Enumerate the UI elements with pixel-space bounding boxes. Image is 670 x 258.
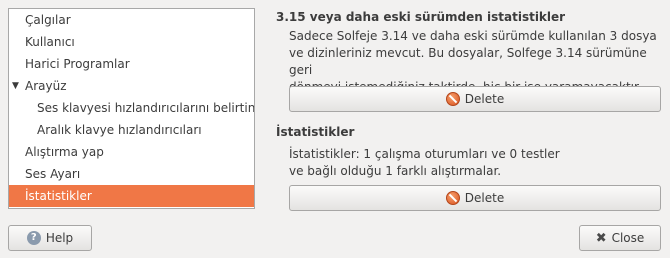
close-button[interactable]: ✖ Close [579,225,661,251]
tree-item-ses-klavyesi[interactable]: Ses klavyesi hızlandırıcılarını belirtin [9,97,254,119]
old-stats-line: Sadece Solfeje 3.14 ve daha eski sürümde… [289,29,657,43]
delete-stats-button[interactable]: Delete [289,185,661,211]
delete-label: Delete [464,92,505,106]
help-button[interactable]: ? Help [8,225,92,251]
tree-item-calgilar[interactable]: Çalgılar [9,9,254,31]
delete-label: Delete [464,191,505,205]
stats-title: İstatistikler [276,125,355,139]
stats-line: ve bağlı olduğu 1 farklı alıştırmalar. [289,164,502,178]
tree-item-harici-programlar[interactable]: Harici Programlar [9,53,254,75]
tree-item-aralik-klavye[interactable]: Aralık klavye hızlandırıcıları [9,119,254,141]
tree-item-kullanici[interactable]: Kullanıcı [9,31,254,53]
preferences-category-tree[interactable]: Çalgılar Kullanıcı Harici Programlar ▼ A… [8,8,255,209]
close-icon: ✖ [595,230,607,246]
stats-description: İstatistikler: 1 çalışma oturumları ve 0… [289,146,661,180]
tree-item-label: Arayüz [25,79,67,93]
expander-down-icon[interactable]: ▼ [12,75,19,97]
help-label: Help [45,231,74,245]
old-stats-title: 3.15 veya daha eski sürümden istatistikl… [276,10,566,24]
delete-icon [445,191,460,205]
delete-old-stats-button[interactable]: Delete [289,86,661,112]
stats-line: İstatistikler: 1 çalışma oturumları ve 0… [289,147,560,161]
old-stats-line: ve dizinleriniz mevcut. Bu dosyalar, Sol… [289,46,647,77]
tree-item-istatistikler[interactable]: İstatistikler [9,185,254,207]
tree-item-arayuz[interactable]: ▼ Arayüz [9,75,254,97]
close-label: Close [611,231,645,245]
delete-icon [445,92,460,106]
tree-item-ses-ayari[interactable]: Ses Ayarı [9,163,254,185]
tree-item-alistirma-yap[interactable]: Alıştırma yap [9,141,254,163]
help-icon: ? [26,231,41,245]
